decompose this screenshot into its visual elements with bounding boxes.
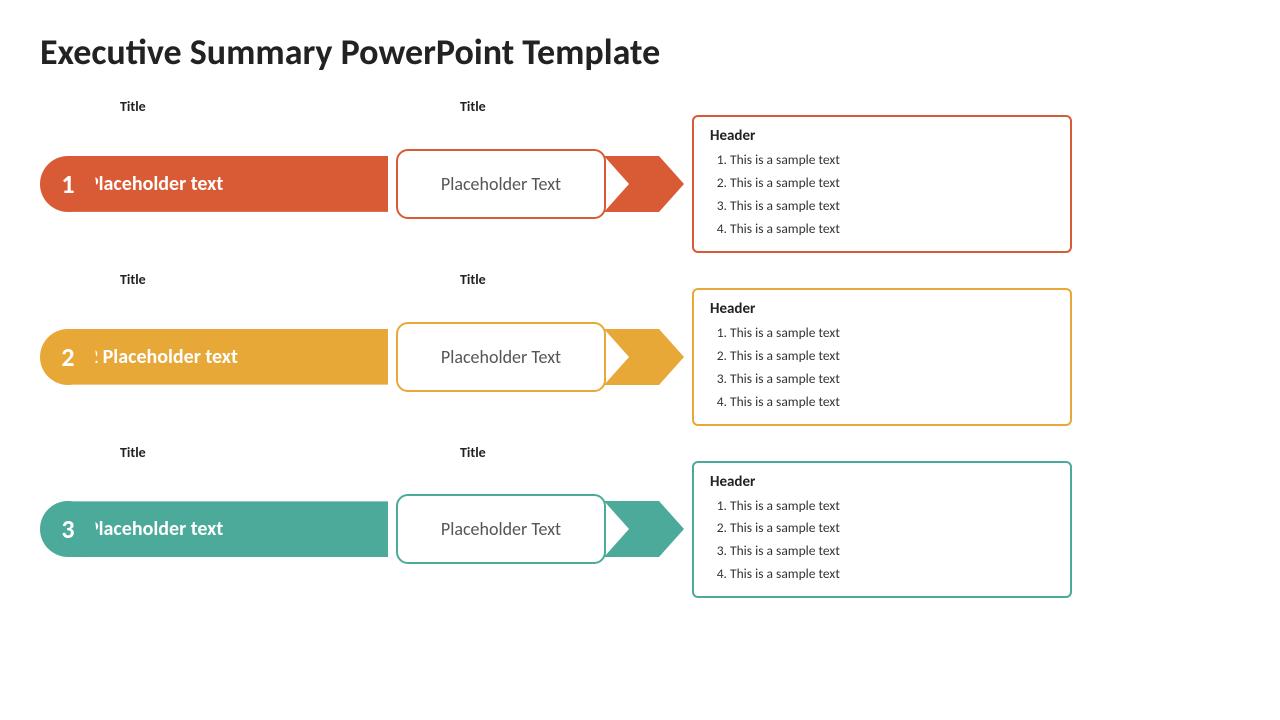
detail-item-2-2: This is a sample text	[730, 345, 1054, 368]
detail-list-2: This is a sample textThis is a sample te…	[710, 322, 1054, 414]
row-section-2: Title Title 2 2 Placeholder text Placeho…	[40, 271, 1240, 426]
label-left-2: Title	[120, 271, 450, 288]
rows-container: Title Title 1 Placeholder text Placehold…	[40, 98, 1240, 598]
label-right-3: Title	[450, 444, 650, 461]
arrow-connector-1	[604, 156, 684, 212]
detail-list-1: This is a sample textThis is a sample te…	[710, 149, 1054, 241]
middle-box-2: Placeholder Text	[396, 322, 606, 392]
detail-item-2-1: This is a sample text	[730, 322, 1054, 345]
page-title: Executive Summary PowerPoint Template	[40, 30, 1240, 74]
arrow-row-3: 3 Placeholder text Placeholder Text Head…	[40, 461, 1240, 599]
arrow-banner-3: Placeholder text	[68, 501, 388, 557]
circle-badge-2: 2	[40, 329, 96, 385]
circle-badge-1: 1	[40, 156, 96, 212]
label-left-1: Title	[120, 98, 450, 115]
arrow-row-1: 1 Placeholder text Placeholder Text Head…	[40, 115, 1240, 253]
arrow-connector-3	[604, 501, 684, 557]
detail-item-3-1: This is a sample text	[730, 495, 1054, 518]
circle-badge-3: 3	[40, 501, 96, 557]
detail-item-1-2: This is a sample text	[730, 172, 1054, 195]
detail-item-3-4: This is a sample text	[730, 563, 1054, 586]
detail-header-3: Header	[710, 473, 1054, 491]
row-section-3: Title Title 3 Placeholder text Placehold…	[40, 444, 1240, 599]
middle-box-3: Placeholder Text	[396, 494, 606, 564]
arrow-row-2: 2 2 Placeholder text Placeholder Text He…	[40, 288, 1240, 426]
detail-box-1: Header This is a sample textThis is a sa…	[692, 115, 1072, 253]
detail-item-3-2: This is a sample text	[730, 517, 1054, 540]
detail-header-1: Header	[710, 127, 1054, 145]
detail-box-2: Header This is a sample textThis is a sa…	[692, 288, 1072, 426]
detail-item-3-3: This is a sample text	[730, 540, 1054, 563]
label-row-3: Title Title	[40, 444, 1240, 461]
detail-item-1-4: This is a sample text	[730, 218, 1054, 241]
middle-box-1: Placeholder Text	[396, 149, 606, 219]
label-row-1: Title Title	[40, 98, 1240, 115]
arrow-banner-1: Placeholder text	[68, 156, 388, 212]
label-left-3: Title	[120, 444, 450, 461]
detail-header-2: Header	[710, 300, 1054, 318]
label-row-2: Title Title	[40, 271, 1240, 288]
detail-list-3: This is a sample textThis is a sample te…	[710, 495, 1054, 587]
detail-box-3: Header This is a sample textThis is a sa…	[692, 461, 1072, 599]
label-right-2: Title	[450, 271, 650, 288]
row-section-1: Title Title 1 Placeholder text Placehold…	[40, 98, 1240, 253]
detail-item-2-3: This is a sample text	[730, 368, 1054, 391]
arrow-banner-2: 2 Placeholder text	[68, 329, 388, 385]
label-right-1: Title	[450, 98, 650, 115]
detail-item-1-1: This is a sample text	[730, 149, 1054, 172]
detail-item-1-3: This is a sample text	[730, 195, 1054, 218]
arrow-connector-2	[604, 329, 684, 385]
detail-item-2-4: This is a sample text	[730, 391, 1054, 414]
